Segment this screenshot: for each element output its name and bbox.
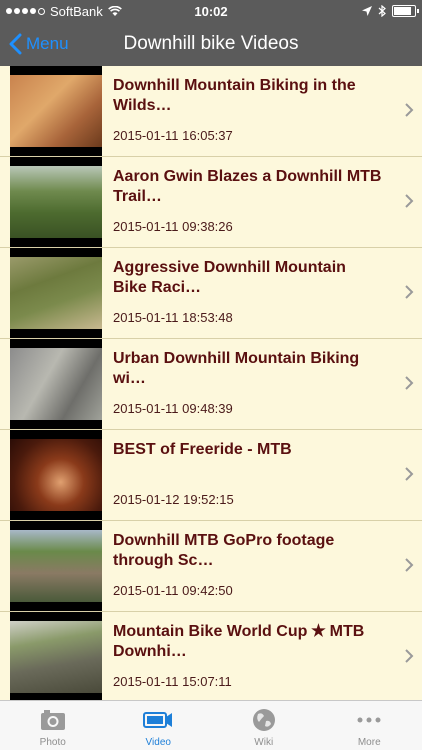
- tab-label: Wiki: [254, 737, 274, 748]
- more-dots-icon: [357, 717, 381, 723]
- video-row[interactable]: BEST of Freeride - MTB 2015-01-12 19:52:…: [0, 430, 422, 521]
- chevron-right-icon: [405, 467, 414, 481]
- video-date: 2015-01-12 19:52:15: [113, 492, 234, 507]
- video-date: 2015-01-11 15:07:11: [113, 674, 232, 689]
- video-row[interactable]: Aggressive Downhill Mountain Bike Raci… …: [0, 248, 422, 339]
- wifi-icon: [107, 5, 122, 16]
- video-list: Downhill Mountain Biking in the Wilds… 2…: [0, 66, 422, 700]
- chevron-right-icon: [405, 558, 414, 572]
- status-right: [362, 5, 419, 17]
- video-title: Aaron Gwin Blazes a Downhill MTB Trail…: [113, 168, 382, 205]
- video-row[interactable]: Downhill Mountain Biking in the Wilds… 2…: [0, 66, 422, 157]
- video-thumbnail: [10, 66, 102, 156]
- carrier-label: SoftBank: [50, 3, 103, 19]
- video-thumbnail: [10, 248, 102, 338]
- video-date: 2015-01-11 09:42:50: [113, 583, 233, 598]
- video-title: Downhill Mountain Biking in the Wilds…: [113, 77, 356, 114]
- video-thumbnail: [10, 339, 102, 429]
- video-date: 2015-01-11 16:05:37: [113, 128, 233, 143]
- signal-strength-icon: [6, 7, 45, 15]
- tab-video[interactable]: Video: [106, 701, 212, 750]
- video-title: BEST of Freeride - MTB: [113, 441, 292, 458]
- tab-photo[interactable]: Photo: [0, 701, 106, 750]
- video-camera-icon: [143, 712, 173, 728]
- video-title: Urban Downhill Mountain Biking wi…: [113, 350, 360, 387]
- chevron-right-icon: [405, 376, 414, 390]
- tab-label: Video: [145, 737, 171, 748]
- tab-more[interactable]: More: [317, 701, 422, 750]
- status-left: SoftBank: [6, 4, 122, 19]
- tab-label: More: [357, 737, 381, 748]
- camera-icon: [40, 710, 65, 730]
- back-button-label: Menu: [26, 34, 69, 53]
- video-thumbnail: [10, 612, 102, 700]
- video-date: 2015-01-11 18:53:48: [113, 310, 233, 325]
- chevron-right-icon: [405, 285, 414, 299]
- video-row[interactable]: Urban Downhill Mountain Biking wi… 2015-…: [0, 339, 422, 430]
- video-title: Downhill MTB GoPro footage through Sc…: [113, 532, 335, 569]
- video-row[interactable]: Aaron Gwin Blazes a Downhill MTB Trail… …: [0, 157, 422, 248]
- video-row[interactable]: Mountain Bike World Cup ✭ MTB Downhi… 20…: [0, 612, 422, 700]
- navigation-bar: Menu Downhill bike Videos: [0, 22, 422, 66]
- tab-wiki[interactable]: Wiki: [211, 701, 317, 750]
- video-date: 2015-01-11 09:38:26: [113, 219, 233, 234]
- chevron-right-icon: [405, 194, 414, 208]
- chevron-left-icon: [9, 33, 22, 55]
- chevron-right-icon: [405, 649, 414, 663]
- video-thumbnail: [10, 430, 102, 520]
- battery-icon: [392, 5, 419, 17]
- tab-bar: Photo Video Wiki More: [0, 700, 422, 750]
- status-bar: SoftBank 10:02: [0, 0, 422, 22]
- video-thumbnail: [10, 521, 102, 611]
- chevron-right-icon: [405, 103, 414, 117]
- tab-label: Photo: [39, 737, 66, 748]
- globe-icon: [252, 709, 275, 731]
- video-date: 2015-01-11 09:48:39: [113, 401, 233, 416]
- back-menu-button[interactable]: Menu: [8, 22, 69, 66]
- video-title: Aggressive Downhill Mountain Bike Raci…: [113, 259, 346, 296]
- bluetooth-icon: [378, 5, 386, 17]
- location-arrow-icon: [362, 6, 372, 16]
- video-row[interactable]: Downhill MTB GoPro footage through Sc… 2…: [0, 521, 422, 612]
- video-title: Mountain Bike World Cup ✭ MTB Downhi…: [113, 623, 365, 660]
- video-thumbnail: [10, 157, 102, 247]
